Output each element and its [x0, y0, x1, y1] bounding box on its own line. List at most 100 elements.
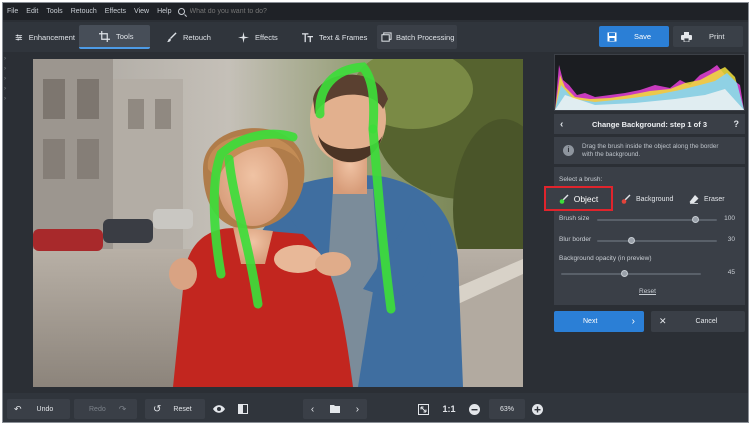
sliders-icon: [15, 34, 23, 40]
slider-value: 100: [724, 215, 735, 222]
next-icon[interactable]: ›: [356, 404, 359, 415]
slider-track[interactable]: [597, 219, 717, 221]
tab-label: Tools: [116, 31, 134, 41]
tab-label: Enhancement: [28, 32, 75, 42]
histogram-graph: [555, 65, 744, 110]
undo-label: Undo: [36, 405, 54, 413]
back-arrow-icon[interactable]: ‹: [560, 119, 563, 130]
save-button[interactable]: Save: [599, 26, 669, 47]
select-brush-label: Select a brush:: [559, 176, 603, 183]
object-brush-label: Object: [573, 193, 599, 204]
tab-enhancement[interactable]: Enhancement: [7, 25, 75, 49]
preview-toggle[interactable]: [209, 399, 229, 419]
slider-value: 30: [727, 236, 735, 243]
next-label: Next: [583, 318, 598, 325]
reset-link[interactable]: Reset: [639, 288, 656, 295]
folder-icon[interactable]: [329, 405, 340, 413]
tab-label: Text & Frames: [319, 32, 368, 42]
redo-icon: ↷: [118, 403, 127, 414]
fit-icon: [417, 403, 429, 415]
zoom-level[interactable]: 63%: [489, 399, 525, 419]
undo-button[interactable]: ↶ Undo: [7, 399, 70, 419]
print-label: Print: [709, 32, 725, 41]
reset-button[interactable]: ↺ Reset: [145, 399, 205, 419]
search-icon: [177, 8, 185, 15]
slider-knob[interactable]: [621, 270, 628, 277]
object-brush-icon: [559, 194, 569, 204]
slider-knob[interactable]: [628, 237, 635, 244]
menu-tools[interactable]: Tools: [42, 3, 66, 20]
tab-batch-processing[interactable]: Batch Processing: [377, 25, 457, 49]
object-brush-option[interactable]: Object: [544, 186, 613, 211]
menu-view[interactable]: View: [130, 3, 153, 20]
background-brush-option[interactable]: Background: [621, 189, 673, 209]
tab-retouch[interactable]: Retouch: [156, 25, 226, 49]
eraser-option[interactable]: Eraser: [689, 189, 725, 209]
help-icon[interactable]: ?: [734, 119, 740, 129]
brush-icon: [166, 31, 177, 42]
photo-canvas[interactable]: [33, 59, 523, 387]
file-navigation: ‹ ›: [303, 399, 367, 419]
next-button[interactable]: Next ›: [554, 311, 644, 332]
fit-screen-button[interactable]: [415, 399, 431, 419]
slider-track[interactable]: [597, 240, 717, 242]
menu-edit[interactable]: Edit: [22, 3, 42, 20]
eraser-icon: [689, 195, 699, 204]
zoom-out-icon: [468, 403, 480, 415]
search-box[interactable]: [177, 8, 310, 15]
slider-knob[interactable]: [692, 216, 699, 223]
sparkle-icon: [238, 31, 249, 43]
background-brush-icon: [621, 194, 631, 204]
eye-icon: [213, 405, 225, 413]
eraser-label: Eraser: [704, 195, 725, 203]
step-header: ‹ Change Background: step 1 of 3 ?: [554, 114, 745, 134]
app-window: File Edit Tools Retouch Effects View Hel…: [2, 2, 749, 423]
histogram: [554, 54, 745, 111]
close-icon: ✕: [659, 316, 667, 326]
slider-track[interactable]: [561, 273, 701, 275]
bottom-bar: ↶ Undo Redo ↷ ↺ Reset ‹ › 1:1 63%: [3, 393, 748, 422]
redo-button[interactable]: Redo ↷: [74, 399, 137, 419]
menu-file[interactable]: File: [3, 3, 22, 20]
crop-icon: [99, 30, 110, 42]
tab-label: Effects: [255, 32, 278, 42]
tab-tools[interactable]: Tools: [79, 25, 150, 49]
step-title: Change Background: step 1 of 3: [591, 119, 708, 129]
reset-label: Reset: [173, 405, 192, 413]
chevron-right-icon: ›: [631, 316, 635, 327]
tab-text-frames[interactable]: Text & Frames: [294, 25, 372, 49]
cancel-button[interactable]: ✕ Cancel: [651, 311, 745, 332]
compare-icon: [238, 404, 248, 414]
menu-help[interactable]: Help: [153, 3, 175, 20]
zoom-out-button[interactable]: [466, 399, 482, 419]
hint-text: Drag the brush inside the object along t…: [582, 142, 719, 158]
menu-effects[interactable]: Effects: [101, 3, 130, 20]
undo-icon: ↶: [14, 403, 22, 414]
print-icon: [681, 31, 692, 42]
zoom-in-icon: [531, 403, 543, 415]
save-icon: [607, 32, 617, 41]
text-icon: [302, 32, 313, 42]
background-brush-label: Background: [636, 195, 674, 203]
batch-icon: [381, 31, 392, 42]
background-opacity-slider[interactable]: Background opacity (in preview) 45: [559, 255, 739, 281]
slider-label: Blur border: [559, 236, 592, 243]
menu-retouch[interactable]: Retouch: [67, 3, 101, 20]
hint-box: i Drag the brush inside the object along…: [554, 137, 745, 164]
blur-border-slider[interactable]: Blur border 30: [559, 236, 739, 250]
tab-label: Retouch: [183, 32, 211, 42]
cancel-label: Cancel: [695, 318, 718, 325]
search-input[interactable]: [189, 8, 310, 15]
redo-label: Redo: [89, 405, 106, 413]
info-icon: i: [563, 145, 574, 156]
brush-size-slider[interactable]: Brush size 100: [559, 215, 739, 229]
slider-label: Background opacity (in preview): [559, 255, 652, 262]
slider-label: Brush size: [559, 215, 590, 222]
compare-button[interactable]: [233, 399, 253, 419]
actual-size-button[interactable]: 1:1: [439, 399, 459, 419]
prev-icon[interactable]: ‹: [311, 404, 314, 415]
tab-effects[interactable]: Effects: [228, 25, 288, 49]
save-label: Save: [634, 32, 652, 41]
zoom-in-button[interactable]: [529, 399, 545, 419]
print-button[interactable]: Print: [673, 26, 743, 47]
